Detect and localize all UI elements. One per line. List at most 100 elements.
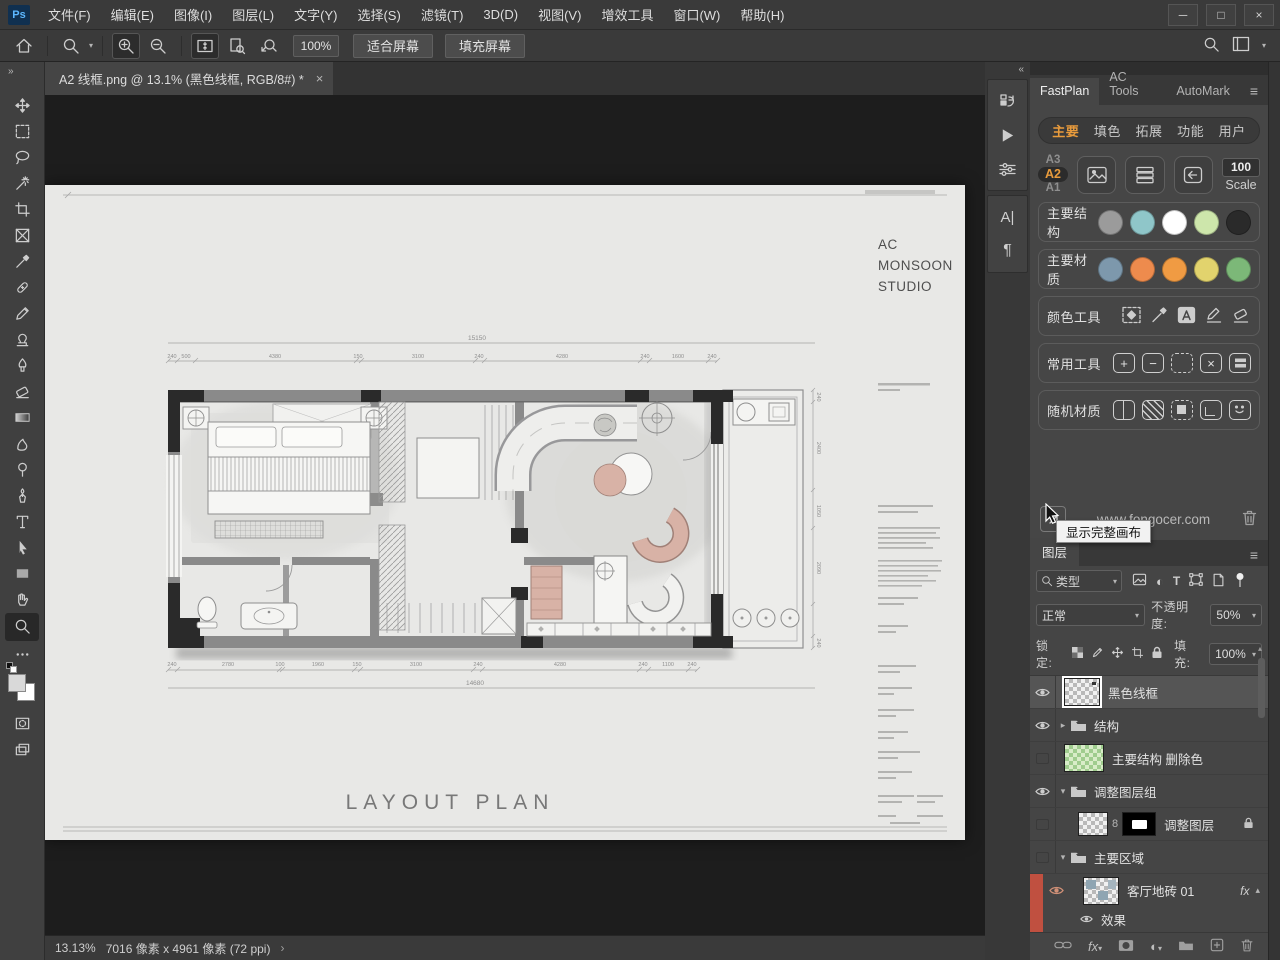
half-fill-icon[interactable]: [1113, 400, 1135, 420]
lock-all-icon[interactable]: [1151, 646, 1163, 662]
layer-row-structure-group[interactable]: ▸ 结构: [1030, 709, 1268, 742]
subtract-box-icon[interactable]: −: [1142, 353, 1164, 373]
clone-stamp-tool[interactable]: [7, 327, 37, 352]
visibility-eye-icon[interactable]: [1080, 914, 1093, 924]
visibility-eye-icon[interactable]: [1030, 676, 1056, 708]
history-panel-icon[interactable]: [991, 84, 1025, 118]
menu-view[interactable]: 视图(V): [528, 0, 591, 30]
tab-automark[interactable]: AutoMark: [1166, 78, 1240, 105]
document-canvas[interactable]: AC MONSOON STUDIO: [45, 95, 985, 935]
delete-layer-icon[interactable]: [1240, 938, 1254, 956]
fit-screen-icon[interactable]: [191, 33, 219, 59]
scale-value[interactable]: 100: [1222, 158, 1260, 177]
subtab-extend[interactable]: 拓展: [1129, 121, 1168, 140]
material-swatch-2[interactable]: [1130, 257, 1155, 282]
print-size-icon[interactable]: [223, 33, 251, 59]
new-group-icon[interactable]: [1178, 939, 1194, 954]
layer-row-adjustment-layer[interactable]: 8 调整图层: [1030, 808, 1268, 841]
mask-link-icon[interactable]: 8: [1112, 818, 1118, 830]
fit-screen-button[interactable]: 适合屏幕: [353, 34, 433, 58]
scrollbar-thumb[interactable]: [1258, 658, 1265, 718]
menu-select[interactable]: 选择(S): [347, 0, 410, 30]
lock-artboard-icon[interactable]: [1131, 646, 1144, 662]
menu-help[interactable]: 帮助(H): [730, 0, 794, 30]
structure-swatch-2[interactable]: [1130, 210, 1155, 235]
gradient-tool[interactable]: [7, 405, 37, 430]
dodge-tool[interactable]: [7, 457, 37, 482]
layer-thumbnail[interactable]: [1064, 744, 1104, 772]
subtab-function[interactable]: 功能: [1171, 121, 1210, 140]
home-icon[interactable]: [10, 33, 38, 59]
paper-size-selector[interactable]: A3 A2 A1: [1038, 154, 1068, 195]
chevron-down-icon[interactable]: ▾: [89, 41, 93, 50]
fx-badge[interactable]: fx: [1240, 884, 1249, 898]
menu-edit[interactable]: 编辑(E): [101, 0, 164, 30]
scroll-up-icon[interactable]: ▴: [1258, 644, 1262, 653]
lock-transparency-icon[interactable]: [1071, 646, 1084, 662]
layer-list-button[interactable]: [1125, 156, 1164, 194]
structure-swatch-3[interactable]: [1162, 210, 1187, 235]
frame-tool[interactable]: [7, 223, 37, 248]
layer-row-black-outline[interactable]: 黑色线框: [1030, 676, 1268, 709]
panel-menu-icon[interactable]: ≡: [1240, 83, 1268, 105]
menu-window[interactable]: 窗口(W): [663, 0, 730, 30]
pencil-tool[interactable]: [7, 301, 37, 326]
corner-icon[interactable]: [1200, 400, 1222, 420]
menu-layer[interactable]: 图层(L): [222, 0, 284, 30]
expand-open-icon[interactable]: ▾: [1056, 786, 1070, 797]
path-select-tool[interactable]: [7, 535, 37, 560]
layer-thumbnail[interactable]: [1064, 678, 1100, 706]
fill-select[interactable]: 100%▾: [1209, 643, 1262, 665]
document-tab[interactable]: A2 线框.png @ 13.1% (黑色线框, RGB/8#) * ×: [45, 62, 333, 95]
effects-row[interactable]: 效果: [1030, 907, 1268, 931]
eraser-tool[interactable]: [7, 379, 37, 404]
layer-row-adjustment-group[interactable]: ▾ 调整图层组: [1030, 775, 1268, 808]
lock-pixels-icon[interactable]: [1091, 646, 1104, 662]
menu-file[interactable]: 文件(F): [38, 0, 101, 30]
paragraph-panel-icon[interactable]: ¶: [991, 234, 1025, 268]
filter-pixel-icon[interactable]: [1132, 573, 1147, 589]
visibility-eye-icon[interactable]: [1030, 775, 1056, 807]
subtab-user[interactable]: 用户: [1213, 121, 1252, 140]
crop-tool[interactable]: [7, 197, 37, 222]
rectangle-tool[interactable]: [7, 561, 37, 586]
healing-brush-tool[interactable]: [7, 275, 37, 300]
pen-tool[interactable]: [7, 483, 37, 508]
visibility-eye-empty[interactable]: [1030, 742, 1056, 774]
history-brush-tool[interactable]: [7, 353, 37, 378]
paper-size-a2-selected[interactable]: A2: [1038, 167, 1068, 182]
filter-adjustment-icon[interactable]: ◐: [1156, 574, 1164, 589]
search-icon[interactable]: [1203, 36, 1220, 56]
opacity-select[interactable]: 50%▾: [1210, 604, 1262, 626]
delete-box-icon[interactable]: ×: [1200, 353, 1222, 373]
status-chevron-icon[interactable]: ›: [280, 941, 284, 955]
actions-panel-icon[interactable]: [991, 118, 1025, 152]
menu-type[interactable]: 文字(Y): [284, 0, 347, 30]
structure-swatch-1[interactable]: [1098, 210, 1123, 235]
visibility-eye-empty[interactable]: [1030, 808, 1056, 840]
smudge-tool[interactable]: [7, 431, 37, 456]
subtab-fill[interactable]: 填色: [1088, 121, 1127, 140]
color-picker-icon[interactable]: [1149, 305, 1169, 328]
filter-type-icon[interactable]: T: [1173, 574, 1180, 588]
blend-mode-select[interactable]: 正常▾: [1036, 604, 1145, 626]
status-zoom-level[interactable]: 13.13%: [45, 941, 106, 955]
tab-fastplan[interactable]: FastPlan: [1030, 78, 1099, 105]
stack-box-icon[interactable]: [1229, 353, 1251, 373]
menu-filter[interactable]: 滤镜(T): [411, 0, 474, 30]
expand-collapsed-icon[interactable]: ▸: [1056, 720, 1070, 731]
material-swatch-4[interactable]: [1194, 257, 1219, 282]
collapse-panels-icon[interactable]: «: [1018, 64, 1024, 75]
workspace-icon[interactable]: [1232, 36, 1250, 55]
foreground-background-swatches[interactable]: [7, 671, 37, 701]
center-fill-icon[interactable]: [1171, 400, 1193, 420]
lasso-tool[interactable]: [7, 145, 37, 170]
adjustment-layer-icon[interactable]: ◐▾: [1150, 939, 1162, 954]
delete-icon[interactable]: [1241, 509, 1258, 530]
zoom-level-value[interactable]: 100%: [293, 35, 339, 57]
filter-pin-toggle-icon[interactable]: [1234, 572, 1246, 591]
filter-shape-icon[interactable]: [1189, 573, 1203, 589]
zoom-tool[interactable]: [5, 613, 39, 641]
collapse-toolbar-icon[interactable]: »: [8, 66, 14, 77]
foreground-color-swatch[interactable]: [8, 674, 26, 692]
